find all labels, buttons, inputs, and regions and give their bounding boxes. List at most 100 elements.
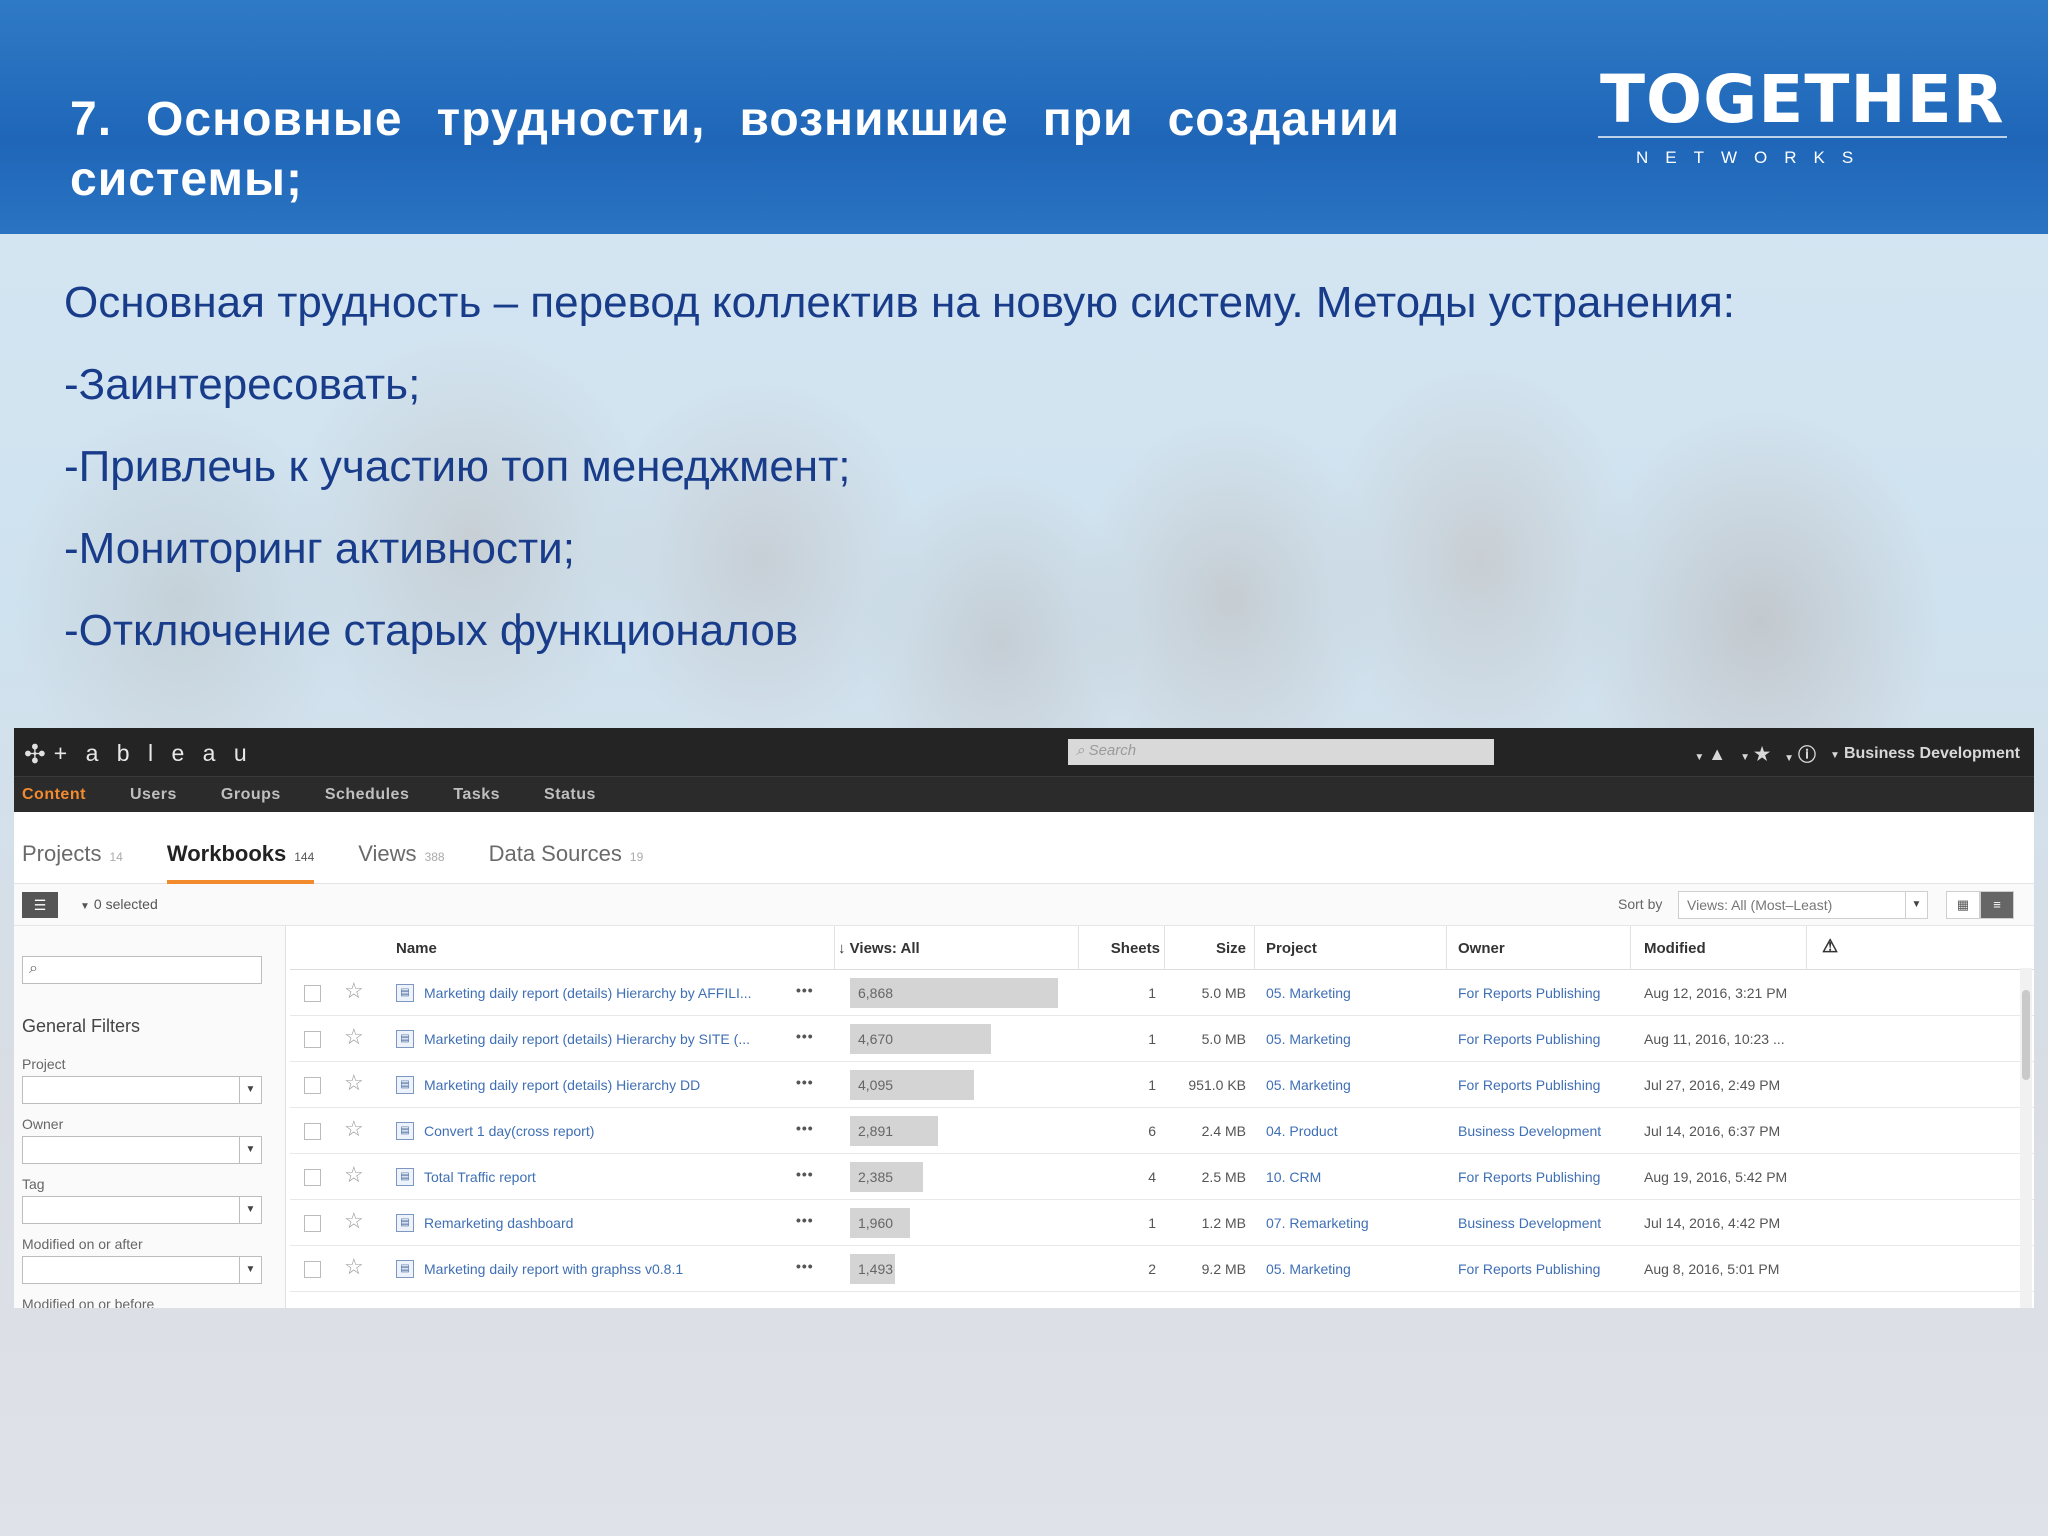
views-bar: 2,891 — [850, 1116, 938, 1146]
owner-link[interactable]: For Reports Publishing — [1458, 1031, 1600, 1047]
favorite-star-icon[interactable]: ☆ — [344, 1164, 364, 1186]
selection-menu[interactable]: ▼ 0 selected — [80, 896, 158, 912]
table-scrollbar[interactable] — [2020, 968, 2032, 1308]
owner-link[interactable]: Business Development — [1458, 1123, 1601, 1139]
col-views[interactable]: ↓ Views: All — [838, 940, 920, 957]
table-row[interactable]: ☆ ▤ Marketing daily report (details) Hiera… — [290, 1062, 2034, 1108]
owner-link[interactable]: For Reports Publishing — [1458, 1169, 1600, 1185]
col-sheets[interactable]: Sheets — [1080, 940, 1160, 957]
sort-arrow-icon: ↓ — [838, 940, 846, 957]
project-link[interactable]: 05. Marketing — [1266, 1077, 1351, 1093]
favorite-star-icon[interactable]: ☆ — [344, 1072, 364, 1094]
more-actions-button[interactable]: ••• — [796, 1074, 814, 1090]
table-row[interactable]: ☆ ▤ Convert 1 day(cross report) ••• 2,891 6 2.… — [290, 1108, 2034, 1154]
more-actions-button[interactable]: ••• — [796, 1212, 814, 1228]
workbook-name-link[interactable]: Convert 1 day(cross report) — [424, 1123, 594, 1139]
modified-after-select[interactable]: ▼ — [22, 1256, 262, 1284]
row-checkbox[interactable] — [304, 1261, 321, 1278]
workbook-name-link[interactable]: Marketing daily report (details) Hierarc… — [424, 1077, 700, 1093]
table-row[interactable]: ☆ ▤ Marketing daily report (details) Hiera… — [290, 1016, 2034, 1062]
filter-search-input[interactable]: ⌕ — [22, 956, 262, 984]
warning-icon[interactable]: ⚠ — [1822, 936, 1838, 957]
row-checkbox[interactable] — [304, 1031, 321, 1048]
row-checkbox[interactable] — [304, 1215, 321, 1232]
tableau-topbar: ✣ + a b l e a u ⌕ Search ▼ ▲ ▼ ★ ▼ ⓘ ▼ Busin… — [14, 728, 2034, 776]
search-input[interactable]: ⌕ Search — [1068, 739, 1494, 765]
modified-value: Aug 12, 2016, 3:21 PM — [1644, 985, 1788, 1001]
owner-link[interactable]: For Reports Publishing — [1458, 985, 1600, 1001]
user-menu[interactable]: ▼ Business Development — [1830, 745, 2020, 763]
project-link[interactable]: 10. CRM — [1266, 1169, 1321, 1185]
grid-view-button[interactable]: ▦ — [1946, 891, 1980, 919]
project-filter-select[interactable]: ▼ — [22, 1076, 262, 1104]
owner-filter-select[interactable]: ▼ — [22, 1136, 262, 1164]
workbook-name-link[interactable]: Total Traffic report — [424, 1169, 536, 1185]
favorite-star-icon[interactable]: ☆ — [344, 980, 364, 1002]
filter-toggle-button[interactable]: ☰ — [22, 892, 58, 918]
owner-link[interactable]: Business Development — [1458, 1215, 1601, 1231]
table-row[interactable]: ☆ ▤ Marketing daily report (details) Hiera… — [290, 970, 2034, 1016]
col-project[interactable]: Project — [1266, 940, 1317, 957]
size-value: 5.0 MB — [1201, 985, 1246, 1001]
workbook-name-link[interactable]: Marketing daily report (details) Hierarc… — [424, 1031, 750, 1047]
project-link[interactable]: 04. Product — [1266, 1123, 1338, 1139]
alerts-menu[interactable]: ▼ ▲ — [1694, 744, 1726, 765]
nav-schedules[interactable]: Schedules — [325, 786, 410, 804]
more-actions-button[interactable]: ••• — [796, 1258, 814, 1274]
scrollbar-thumb[interactable] — [2022, 990, 2030, 1080]
table-row[interactable]: ☆ ▤ Remarketing dashboard ••• 1,960 1 1.2 MB 07… — [290, 1200, 2034, 1246]
tab-projects[interactable]: Projects 14 — [22, 841, 123, 883]
favorite-star-icon[interactable]: ☆ — [344, 1256, 364, 1278]
col-modified[interactable]: Modified — [1644, 940, 1706, 957]
row-checkbox[interactable] — [304, 985, 321, 1002]
star-icon: ★ — [1753, 743, 1771, 764]
workbook-name-link[interactable]: Marketing daily report with graphss v0.8… — [424, 1261, 683, 1277]
workbook-icon: ▤ — [396, 1260, 414, 1278]
tab-workbooks[interactable]: Workbooks 144 — [166, 841, 315, 884]
body-line-disable: -Отключение старых функционалов — [64, 606, 799, 655]
project-link[interactable]: 07. Remarketing — [1266, 1215, 1369, 1231]
sort-select[interactable]: Views: All (Most–Least) ▼ — [1678, 891, 1928, 919]
project-link[interactable]: 05. Marketing — [1266, 1031, 1351, 1047]
nav-users[interactable]: Users — [130, 786, 177, 804]
warning-icon: ▲ — [1708, 743, 1727, 764]
row-checkbox[interactable] — [304, 1169, 321, 1186]
nav-tasks[interactable]: Tasks — [453, 786, 500, 804]
more-actions-button[interactable]: ••• — [796, 982, 814, 998]
sort-value: Views: All (Most–Least) — [1687, 897, 1833, 913]
list-view-button[interactable]: ≡ — [1980, 891, 2014, 919]
favorite-star-icon[interactable]: ☆ — [344, 1026, 364, 1048]
tab-data-sources[interactable]: Data Sources 19 — [489, 841, 644, 883]
workbook-icon: ▤ — [396, 1168, 414, 1186]
workbook-name-link[interactable]: Marketing daily report (details) Hierarc… — [424, 985, 752, 1001]
project-link[interactable]: 05. Marketing — [1266, 985, 1351, 1001]
row-checkbox[interactable] — [304, 1123, 321, 1140]
workbook-name-link[interactable]: Remarketing dashboard — [424, 1215, 573, 1231]
nav-status[interactable]: Status — [544, 786, 596, 804]
favorite-star-icon[interactable]: ☆ — [344, 1118, 364, 1140]
main-nav: Content Users Groups Schedules Tasks Sta… — [14, 776, 2034, 812]
table-row[interactable]: ☆ ▤ Total Traffic report ••• 2,385 4 2.5 MB 10.… — [290, 1154, 2034, 1200]
column-divider — [1254, 926, 1255, 970]
more-actions-button[interactable]: ••• — [796, 1028, 814, 1044]
size-value: 9.2 MB — [1201, 1261, 1246, 1277]
tab-views[interactable]: Views 388 — [358, 841, 444, 883]
views-value: 1,960 — [858, 1215, 894, 1231]
favorite-star-icon[interactable]: ☆ — [344, 1210, 364, 1232]
favorites-menu[interactable]: ▼ ★ — [1740, 744, 1770, 765]
col-name[interactable]: Name — [396, 940, 437, 957]
nav-groups[interactable]: Groups — [221, 786, 281, 804]
project-link[interactable]: 05. Marketing — [1266, 1261, 1351, 1277]
tableau-logo[interactable]: ✣ + a b l e a u — [24, 740, 253, 767]
more-actions-button[interactable]: ••• — [796, 1120, 814, 1136]
owner-link[interactable]: For Reports Publishing — [1458, 1077, 1600, 1093]
owner-link[interactable]: For Reports Publishing — [1458, 1261, 1600, 1277]
table-row[interactable]: ☆ ▤ Marketing daily report with graphss v0… — [290, 1246, 2034, 1292]
col-owner[interactable]: Owner — [1458, 940, 1505, 957]
nav-content[interactable]: Content — [22, 786, 86, 804]
col-size[interactable]: Size — [1166, 940, 1246, 957]
more-actions-button[interactable]: ••• — [796, 1166, 814, 1182]
row-checkbox[interactable] — [304, 1077, 321, 1094]
tag-filter-select[interactable]: ▼ — [22, 1196, 262, 1224]
help-menu[interactable]: ▼ ⓘ — [1784, 741, 1816, 767]
